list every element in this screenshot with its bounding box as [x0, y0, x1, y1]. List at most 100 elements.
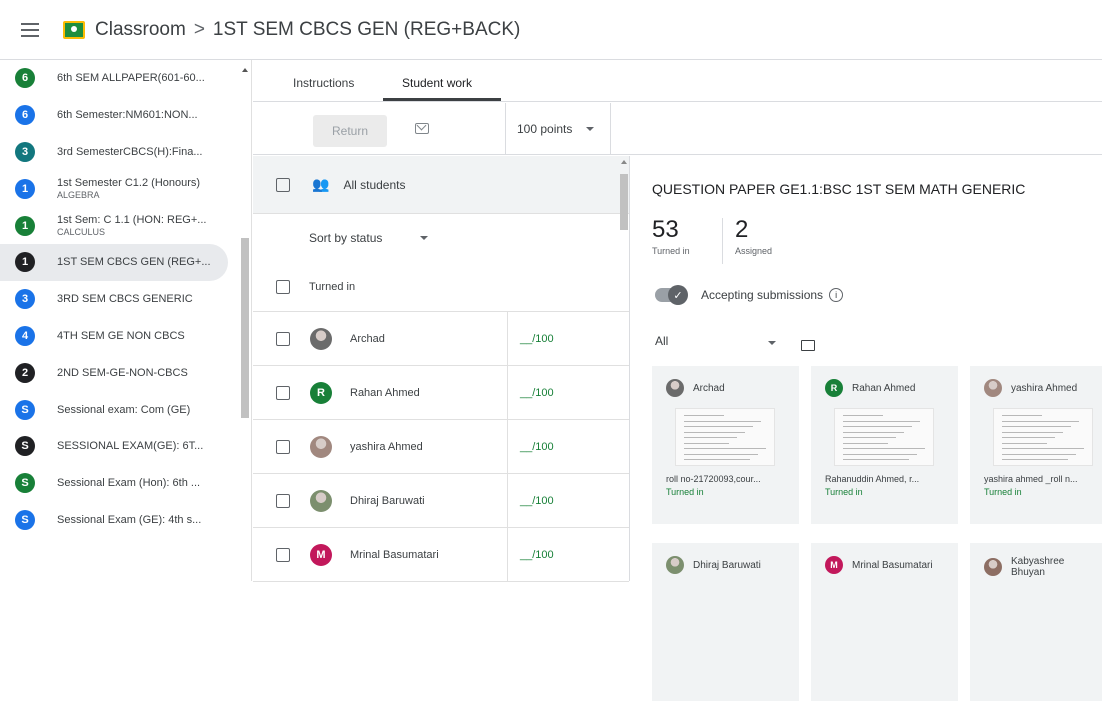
list-scrollbar[interactable] [619, 156, 629, 581]
sidebar-class-item[interactable]: 1 1st Semester C1.2 (Honours) ALGEBRA [0, 170, 251, 207]
turned-in-stat[interactable]: 53 Turned in [652, 216, 690, 256]
avatar: M [310, 543, 332, 566]
student-row[interactable]: R Rahan Ahmed __/100 [253, 366, 629, 420]
profile-photo-avatar [310, 435, 332, 458]
student-checkbox[interactable] [276, 385, 290, 400]
submission-card[interactable]: yashira Ahmed yashira ahmed _roll n... Tur… [970, 366, 1102, 524]
sidebar-class-item[interactable]: S SESSIONAL EXAM(GE): 6T... [0, 428, 251, 465]
turned-in-label: Turned in [652, 246, 690, 256]
info-icon[interactable]: i [829, 288, 844, 302]
class-name: 6th Semester:NM601:NON... [57, 109, 198, 122]
chevron-down-icon[interactable] [768, 341, 776, 345]
return-button[interactable]: Return [313, 115, 387, 147]
attachment-thumbnail[interactable] [834, 408, 934, 466]
sidebar-class-item[interactable]: 1 1ST SEM CBCS GEN (REG+... [0, 243, 228, 281]
sidebar-class-item[interactable]: 4 4TH SEM GE NON CBCS [0, 318, 251, 355]
class-text: 4TH SEM GE NON CBCS [57, 330, 185, 342]
grade-field[interactable]: __/100 [507, 474, 610, 528]
points-dropdown[interactable]: 100 points [505, 103, 611, 155]
profile-photo-avatar [666, 379, 684, 397]
class-avatar: S [15, 399, 35, 420]
avatar: M [825, 556, 843, 574]
submission-status: Turned in [666, 487, 704, 497]
grade-field[interactable]: __/100 [507, 528, 610, 582]
sidebar-class-item[interactable]: 1 1st Sem: C 1.1 (HON: REG+... CALCULUS [0, 207, 251, 244]
select-all-checkbox[interactable] [276, 177, 290, 192]
student-name: Dhiraj Baruwati [350, 494, 425, 507]
card-header: R Rahan Ahmed [811, 366, 958, 397]
submission-card[interactable]: Kabyashree Bhuyan [970, 543, 1102, 701]
student-checkbox[interactable] [276, 331, 290, 346]
avatar: R [310, 381, 332, 404]
email-icon[interactable] [415, 123, 429, 134]
grade-field[interactable]: __/100 [507, 366, 610, 420]
sidebar-scroll-thumb[interactable] [241, 238, 249, 418]
class-name: Sessional exam: Com (GE) [57, 403, 191, 416]
breadcrumb-app-name[interactable]: Classroom [95, 19, 186, 40]
student-row[interactable]: M Mrinal Basumatari __/100 [253, 528, 629, 582]
scroll-up-arrow-icon[interactable] [242, 68, 248, 72]
top-app-bar: Classroom >1ST SEM CBCS GEN (REG+BACK) [0, 0, 1102, 60]
attachment-thumbnail[interactable] [675, 408, 775, 466]
student-checkbox[interactable] [276, 547, 290, 562]
main-menu-icon[interactable] [21, 22, 39, 37]
sidebar-class-item[interactable]: 2 2ND SEM-GE-NON-CBCS [0, 354, 251, 391]
submission-card[interactable]: Archad roll no-21720093,cour... Turned in [652, 366, 799, 524]
group-checkbox[interactable] [276, 279, 290, 294]
student-checkbox[interactable] [276, 493, 290, 508]
grade-field[interactable]: __/100 [507, 312, 610, 366]
sidebar-class-item[interactable]: S Sessional exam: Com (GE) [0, 391, 251, 428]
class-avatar: 3 [15, 289, 35, 310]
assignment-tabs: Instructions Student work [253, 60, 1102, 102]
class-name: 1st Sem: C 1.1 (HON: REG+... [57, 213, 207, 226]
attachment-thumbnail[interactable] [993, 408, 1093, 466]
sidebar-class-item[interactable]: 3 3rd SemesterCBCS(H):Fina... [0, 134, 251, 171]
class-text: 1ST SEM CBCS GEN (REG+... [57, 256, 211, 268]
class-name: 6th SEM ALLPAPER(601-60... [57, 72, 205, 85]
assigned-stat[interactable]: 2 Assigned [735, 216, 772, 256]
sidebar-class-item[interactable]: S Sessional Exam (GE): 4th s... [0, 502, 251, 539]
profile-photo-avatar [984, 379, 1002, 397]
student-list: 👥 All students Sort by status Turned in … [253, 156, 630, 582]
sidebar-class-item[interactable]: 6 6th Semester:NM601:NON... [0, 97, 251, 134]
class-text: SESSIONAL EXAM(GE): 6T... [57, 440, 203, 452]
sidebar-class-item[interactable]: 3 3RD SEM CBCS GENERIC [0, 281, 251, 318]
class-avatar: 6 [15, 105, 35, 126]
list-scroll-thumb[interactable] [620, 174, 628, 230]
group-label: Turned in [309, 280, 356, 293]
sort-dropdown[interactable]: Sort by status [253, 214, 629, 262]
folder-icon[interactable] [801, 340, 815, 351]
card-header: Dhiraj Baruwati [652, 543, 799, 574]
filter-dropdown[interactable]: All [655, 334, 668, 348]
class-name: 3RD SEM CBCS GENERIC [57, 293, 193, 306]
submission-card[interactable]: R Rahan Ahmed Rahanuddin Ahmed, r... Turned… [811, 366, 958, 524]
student-row[interactable]: Archad __/100 [253, 312, 629, 366]
card-header: Kabyashree Bhuyan [970, 543, 1102, 578]
sidebar-class-item[interactable]: 6 6th SEM ALLPAPER(601-60... [0, 60, 251, 97]
sidebar-class-item[interactable]: S Sessional Exam (Hon): 6th ... [0, 465, 251, 502]
card-student-name: yashira Ahmed [1011, 382, 1078, 394]
sidebar-scrollbar[interactable] [240, 62, 250, 581]
grade-field[interactable]: __/100 [507, 420, 610, 474]
breadcrumb-class-name[interactable]: 1ST SEM CBCS GEN (REG+BACK) [213, 19, 520, 40]
class-name: SESSIONAL EXAM(GE): 6T... [57, 440, 204, 453]
submission-card[interactable]: M Mrinal Basumatari [811, 543, 958, 701]
classroom-logo-icon[interactable] [63, 20, 85, 39]
all-students-row[interactable]: 👥 All students [253, 156, 629, 214]
tab-instructions[interactable]: Instructions [293, 76, 354, 90]
class-avatar: 3 [15, 141, 35, 162]
class-text: Sessional Exam (Hon): 6th ... [57, 477, 200, 489]
accepting-submissions-toggle[interactable]: ✓ [655, 285, 688, 305]
stat-divider [722, 218, 723, 264]
student-row[interactable]: yashira Ahmed __/100 [253, 420, 629, 474]
tab-student-work[interactable]: Student work [402, 76, 472, 90]
scroll-up-arrow-icon[interactable] [621, 160, 627, 164]
class-text: 3RD SEM CBCS GENERIC [57, 293, 193, 305]
class-sidebar: 6 6th SEM ALLPAPER(601-60... 6 6th Semester… [0, 60, 252, 581]
class-text: 6th Semester:NM601:NON... [57, 109, 198, 121]
class-text: 6th SEM ALLPAPER(601-60... [57, 72, 205, 84]
avatar: R [825, 379, 843, 397]
student-row[interactable]: Dhiraj Baruwati __/100 [253, 474, 629, 528]
student-checkbox[interactable] [276, 439, 290, 454]
submission-card[interactable]: Dhiraj Baruwati [652, 543, 799, 701]
